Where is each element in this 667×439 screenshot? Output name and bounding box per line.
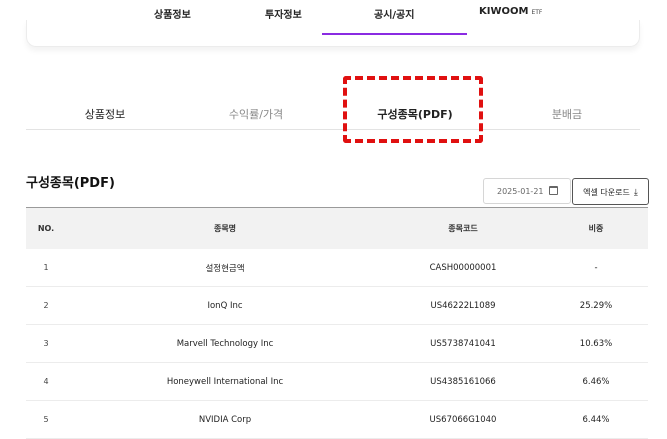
header-no: NO.: [37, 224, 55, 233]
table-row: 3 Marvell Technology Inc US5738741041 10…: [26, 325, 648, 363]
nav-item-kiwoom-etf[interactable]: KIWOOM ETF: [479, 6, 542, 17]
nav-brand-suffix: ETF: [531, 9, 543, 16]
row-weight: -: [594, 262, 598, 273]
table-row: 5 NVIDIA Corp US67066G1040 6.44%: [26, 401, 648, 439]
header-weight: 비중: [588, 224, 604, 233]
row-weight: 25.29%: [579, 300, 613, 311]
row-name: 설정현금액: [205, 263, 245, 274]
header-name: 종목명: [213, 224, 237, 233]
row-code: CASH00000001: [429, 262, 497, 273]
row-no: 4: [43, 377, 49, 386]
download-icon: ⤓: [633, 188, 638, 198]
row-weight: 6.44%: [582, 414, 610, 425]
row-name: Marvell Technology Inc: [176, 338, 274, 349]
table-row: 1 설정현금액 CASH00000001 -: [26, 249, 648, 287]
nav-item-product-info[interactable]: 상품정보: [154, 6, 191, 21]
nav-item-investment-info[interactable]: 투자정보: [265, 6, 302, 21]
row-no: 3: [43, 339, 49, 348]
date-picker[interactable]: 2025-01-21: [483, 178, 571, 204]
table-row: 2 IonQ Inc US46222L1089 25.29%: [26, 287, 648, 325]
row-name: Honeywell International Inc: [166, 376, 284, 387]
tab-distributions[interactable]: 분배금: [507, 106, 627, 122]
calendar-icon[interactable]: [549, 186, 558, 195]
active-tab-indicator: [322, 33, 467, 35]
row-weight: 10.63%: [579, 338, 613, 349]
row-no: 2: [43, 301, 49, 310]
row-code: US5738741041: [430, 338, 496, 349]
row-name: NVIDIA Corp: [198, 414, 252, 425]
download-button-label: 엑셀 다운로드: [583, 188, 630, 197]
section-title: 구성종목(PDF): [26, 176, 115, 191]
tab-returns-price[interactable]: 수익률/가격: [196, 106, 316, 122]
row-no: 1: [43, 263, 49, 272]
nav-item-notices[interactable]: 공시/공지: [374, 6, 414, 21]
row-weight: 6.46%: [582, 376, 610, 387]
tab-product-info[interactable]: 상품정보: [45, 106, 165, 122]
tab-bar: 상품정보 수익률/가격 구성종목(PDF) 분배금: [26, 96, 640, 130]
row-no: 5: [43, 415, 49, 424]
excel-download-button[interactable]: 엑셀 다운로드 ⤓: [572, 178, 649, 205]
highlight-annotation-box: [343, 76, 483, 143]
table-row: 4 Honeywell International Inc US43851610…: [26, 363, 648, 401]
row-name: IonQ Inc: [207, 300, 243, 311]
nav-brand-label: KIWOOM: [479, 6, 529, 17]
holdings-table: NO. 종목명 종목코드 비중 1 설정현금액 CASH00000001 - 2…: [26, 207, 648, 439]
date-value: 2025-01-21: [497, 187, 544, 196]
row-code: US67066G1040: [429, 414, 497, 425]
header-code: 종목코드: [448, 224, 478, 233]
row-code: US4385161066: [430, 376, 496, 387]
table-header: NO. 종목명 종목코드 비중: [26, 207, 648, 249]
row-code: US46222L1089: [430, 300, 496, 311]
